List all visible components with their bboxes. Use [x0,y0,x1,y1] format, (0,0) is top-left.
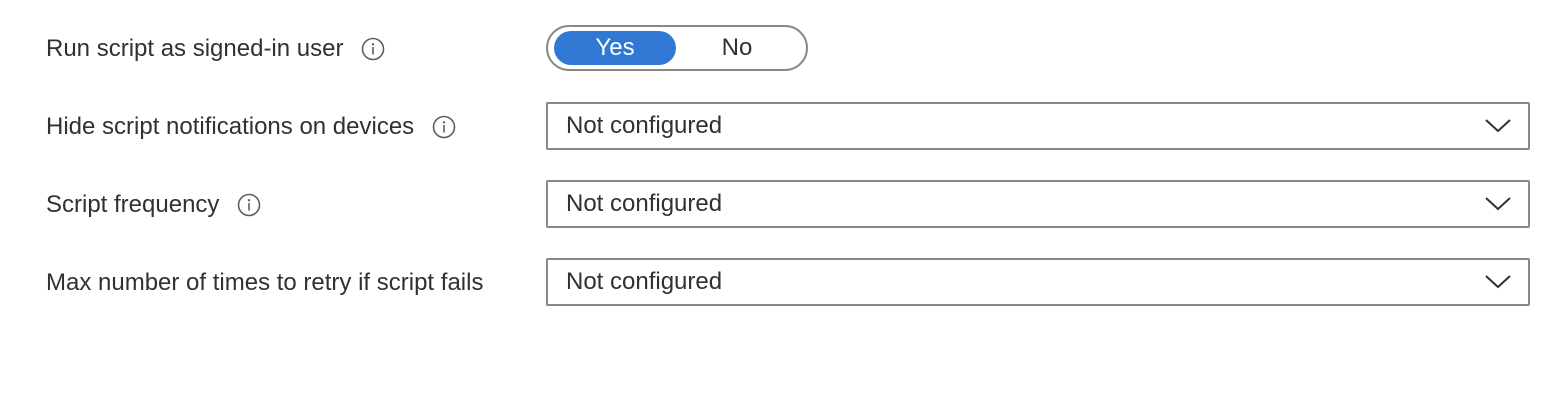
hide-notifications-label: Hide script notifications on devices [46,113,415,140]
run-as-user-label: Run script as signed-in user [46,35,344,62]
frequency-label-group: Script frequency [46,188,261,222]
hide-notifications-label-group: Hide script notifications on devices [46,110,456,144]
chevron-down-icon [1484,118,1512,134]
script-settings-form: Run script as signed-in user Yes No Hide… [0,0,1560,406]
frequency-label: Script frequency [46,191,220,218]
toggle-no-option[interactable]: No [676,31,798,65]
info-icon[interactable] [361,37,385,61]
max-retries-label: Max number of times to retry if script f… [46,269,484,296]
hide-notifications-dropdown[interactable]: Not configured [546,102,1530,150]
chevron-down-icon [1484,274,1512,290]
run-as-user-label-group: Run script as signed-in user [46,32,385,66]
max-retries-dropdown[interactable]: Not configured [546,258,1530,306]
max-retries-value: Not configured [566,268,723,295]
frequency-value: Not configured [566,190,723,217]
frequency-dropdown[interactable]: Not configured [546,180,1530,228]
info-icon[interactable] [237,193,261,217]
chevron-down-icon [1484,196,1512,212]
info-icon[interactable] [432,115,456,139]
hide-notifications-value: Not configured [566,112,723,139]
run-as-user-toggle[interactable]: Yes No [546,25,808,71]
toggle-yes-option[interactable]: Yes [554,31,676,65]
